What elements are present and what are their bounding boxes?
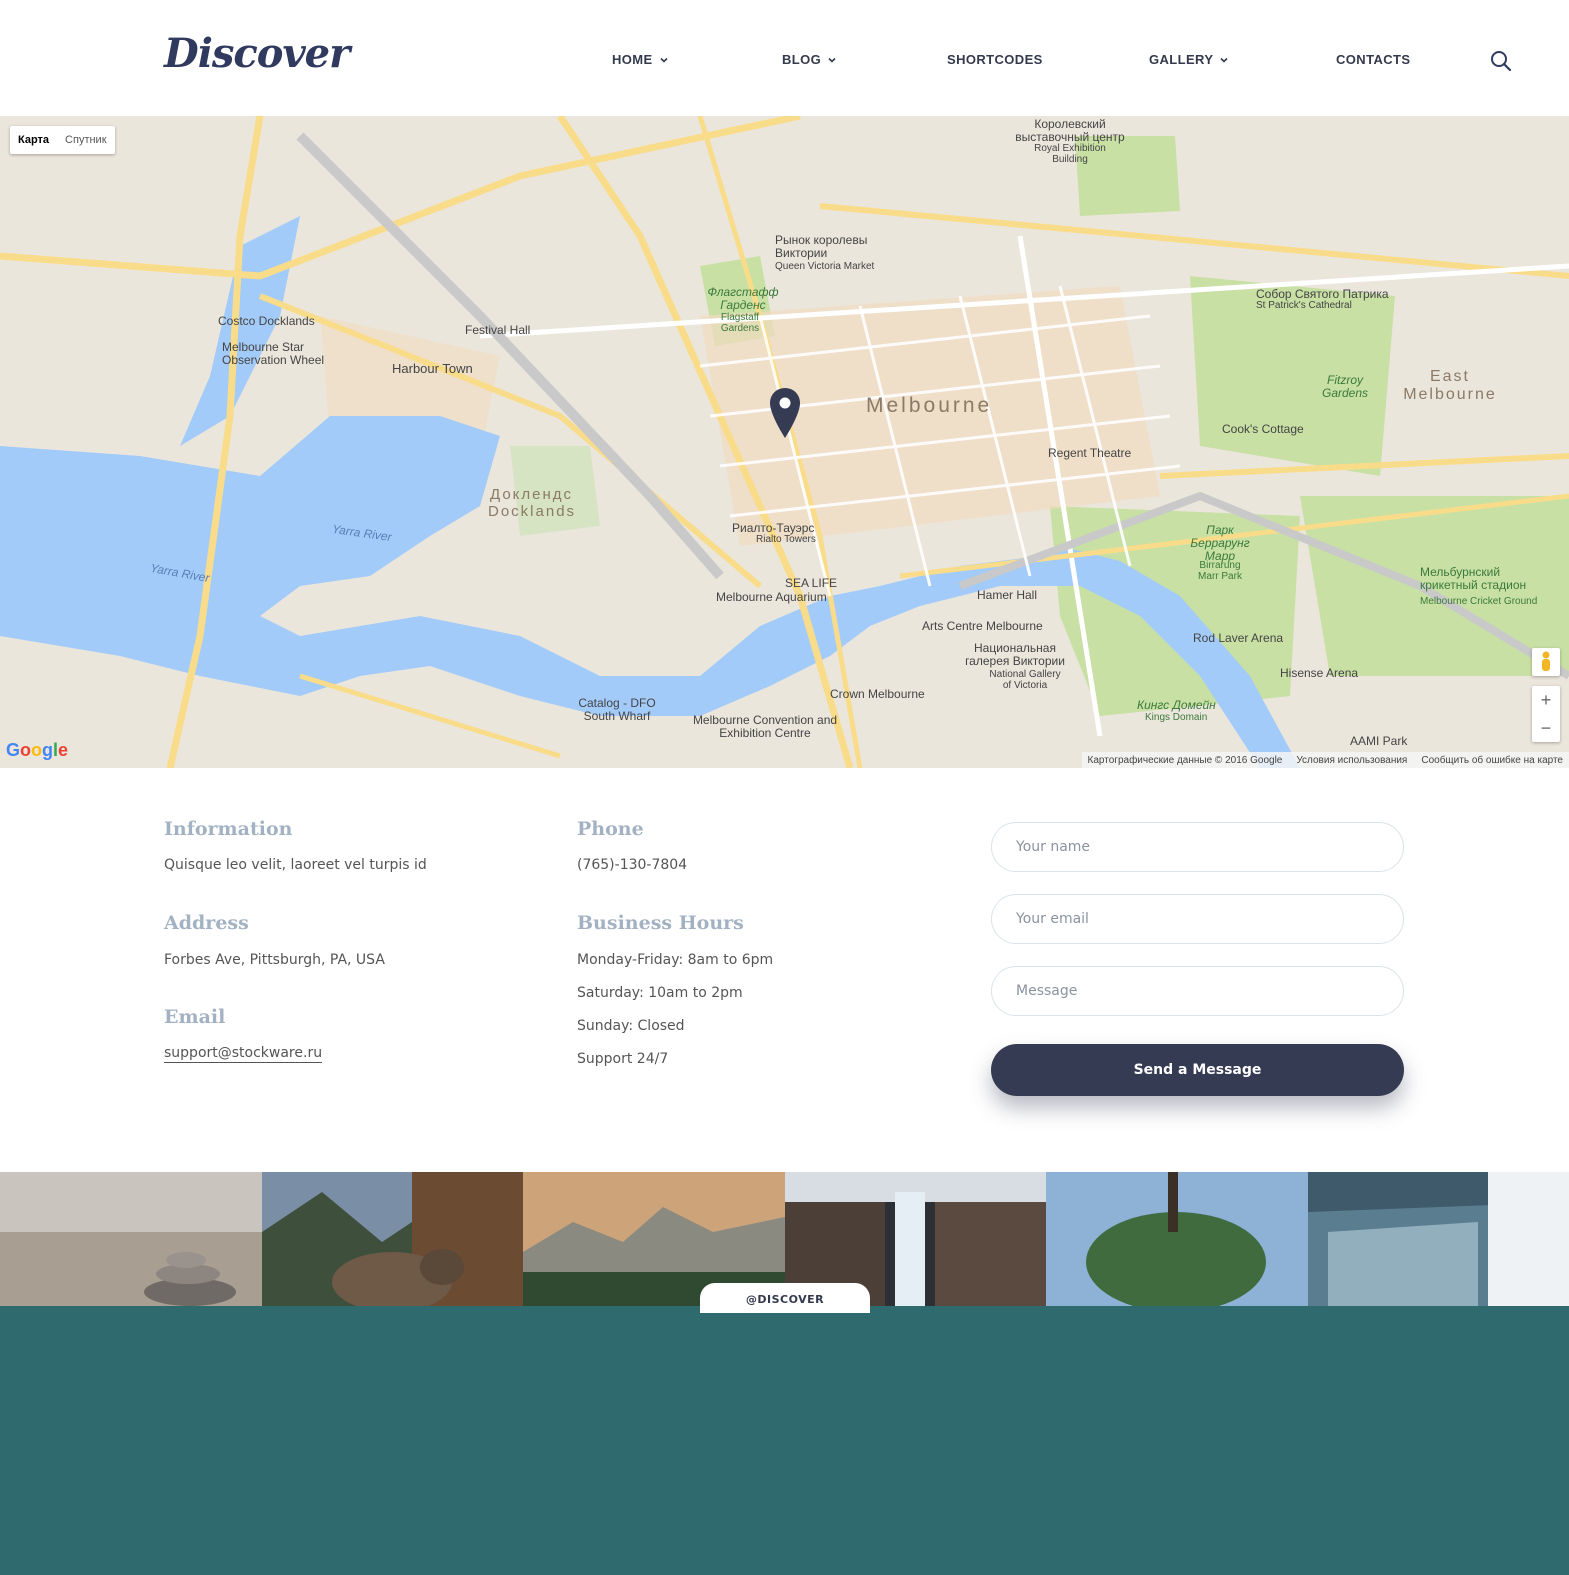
phone-text: (765)-130-7804 bbox=[577, 857, 688, 873]
map-label-flagstaff-ru: Флагстафф Гарденс bbox=[707, 285, 779, 312]
business-hours-title: Business Hours bbox=[577, 912, 744, 934]
map-label-rod-laver: Rod Laver Arena bbox=[1193, 631, 1284, 645]
hours-line: Sunday: Closed bbox=[577, 1018, 685, 1034]
map-label-costco: Costco Docklands bbox=[218, 314, 315, 328]
message-field[interactable] bbox=[991, 966, 1404, 1016]
site-header: Discover HOME BLOG SHORTCODES GALLERY CO… bbox=[0, 0, 1569, 116]
map-label-regent-theatre: Regent Theatre bbox=[1048, 446, 1132, 460]
map-label-mcg: Melbourne Cricket Ground bbox=[1420, 596, 1538, 607]
map-label-harbour-town: Harbour Town bbox=[392, 361, 473, 376]
map-label-birrarung-ru: Парк Беррарунг Марр bbox=[1190, 523, 1250, 563]
information-title: Information bbox=[164, 818, 293, 840]
name-field[interactable] bbox=[991, 822, 1404, 872]
location-map[interactable]: Карта Спутник Melbourne East Melbourne Д… bbox=[0, 116, 1569, 768]
map-label-aquarium: Melbourne Aquarium bbox=[716, 590, 827, 604]
map-terms-link[interactable]: Условия использования bbox=[1296, 755, 1407, 766]
gallery-tile-stones[interactable] bbox=[0, 1172, 262, 1311]
nav-item-label: CONTACTS bbox=[1336, 52, 1411, 67]
map-label-docklands: Docklands bbox=[488, 503, 577, 520]
map-label-aami: AAMI Park bbox=[1350, 734, 1408, 748]
map-label-birrarung: Birrarung Marr Park bbox=[1198, 560, 1242, 582]
map-label-queen-vic-ru: Рынок королевы Виктории bbox=[775, 233, 868, 260]
map-label-star-wheel: Melbourne Star Observation Wheel bbox=[222, 340, 325, 367]
email-link[interactable]: support@stockware.ru bbox=[164, 1045, 323, 1063]
map-label-sea-life: SEA LIFE bbox=[785, 576, 838, 590]
address-text: Forbes Ave, Pittsburgh, PA, USA bbox=[164, 952, 385, 968]
email-field[interactable] bbox=[991, 894, 1404, 944]
nav-item-label: GALLERY bbox=[1149, 52, 1214, 67]
nav-item-blog[interactable]: BLOG bbox=[782, 52, 837, 67]
map-label-mcg-ru: Мельбурнский крикетный стадион bbox=[1420, 565, 1527, 592]
address-title: Address bbox=[164, 912, 249, 934]
map-type-map-button[interactable]: Карта bbox=[10, 126, 57, 154]
contact-section: Information Quisque leo velit, laoreet v… bbox=[0, 768, 1569, 1168]
map-label-ngv-ru: Национальная галерея Виктории bbox=[965, 641, 1065, 668]
map-label-hisense: Hisense Arena bbox=[1280, 666, 1359, 680]
map-label-kings-domain: Kings Domain bbox=[1145, 712, 1208, 723]
map-label-catalog: Catalog - DFO South Wharf bbox=[578, 696, 656, 723]
map-label-kings-domain-ru: Кингс Домейн bbox=[1137, 698, 1216, 712]
map-type-satellite-button[interactable]: Спутник bbox=[57, 126, 114, 154]
nav-item-gallery[interactable]: GALLERY bbox=[1149, 52, 1229, 67]
map-label-festival-hall: Festival Hall bbox=[465, 323, 531, 337]
chevron-down-icon bbox=[660, 57, 668, 63]
email-title: Email bbox=[164, 1006, 226, 1028]
street-view-pegman-icon[interactable] bbox=[1532, 648, 1560, 676]
nav-item-label: BLOG bbox=[782, 52, 822, 67]
nav-item-contacts[interactable]: CONTACTS bbox=[1325, 52, 1421, 72]
map-label-hamer-hall: Hamer Hall bbox=[977, 588, 1038, 602]
search-icon[interactable] bbox=[1490, 50, 1512, 72]
hours-line: Saturday: 10am to 2pm bbox=[577, 985, 743, 1001]
map-label-st-patricks: St Patrick's Cathedral bbox=[1256, 300, 1352, 311]
nav-item-label: SHORTCODES bbox=[947, 52, 1043, 67]
map-label-docklands-ru: Доклендс bbox=[490, 486, 574, 503]
map-label-rialto-ru: Риалто-Тауэрс bbox=[732, 521, 815, 535]
hours-line: Support 24/7 bbox=[577, 1051, 669, 1067]
map-label-queen-vic: Queen Victoria Market bbox=[775, 261, 875, 272]
map-type-control: Карта Спутник bbox=[10, 126, 115, 154]
map-label-flagstaff: Flagstaff Gardens bbox=[720, 312, 760, 334]
map-label-arts-centre: Arts Centre Melbourne bbox=[922, 619, 1043, 633]
hours-line: Monday-Friday: 8am to 6pm bbox=[577, 952, 774, 968]
map-label-fitzroy: Fitzroy Gardens bbox=[1321, 373, 1369, 400]
information-text: Quisque leo velit, laoreet vel turpis id bbox=[164, 857, 427, 873]
map-attribution: Картографические данные © 2016 Google Ус… bbox=[1081, 752, 1569, 768]
zoom-in-button[interactable]: + bbox=[1532, 686, 1560, 714]
zoom-out-button[interactable]: − bbox=[1532, 714, 1560, 742]
map-label-cooks-cottage: Cook's Cottage bbox=[1222, 422, 1304, 436]
instagram-handle-badge[interactable]: @DISCOVER bbox=[700, 1283, 870, 1313]
zoom-control: + − bbox=[1532, 686, 1560, 742]
gallery-tile-deer[interactable] bbox=[261, 1172, 523, 1311]
gallery-tile-tree-reflection[interactable] bbox=[1046, 1172, 1308, 1311]
google-logo[interactable]: Google bbox=[6, 740, 68, 761]
map-label-royal-exhibition-ru: Королевский выставочный центр bbox=[1015, 117, 1125, 144]
map-label-melbourne: Melbourne bbox=[866, 394, 993, 417]
location-pin-icon[interactable] bbox=[768, 386, 802, 440]
map-label-st-patricks-ru: Собор Святого Патрика bbox=[1256, 287, 1389, 301]
main-nav: HOME BLOG SHORTCODES GALLERY CONTACTS bbox=[0, 52, 1569, 72]
map-label-royal-exhibition: Royal Exhibition Building bbox=[1034, 143, 1106, 165]
chevron-down-icon bbox=[1220, 57, 1229, 63]
site-footer bbox=[0, 1306, 1569, 1575]
nav-item-home[interactable]: HOME bbox=[612, 52, 669, 67]
phone-title: Phone bbox=[577, 818, 644, 840]
map-label-rialto: Rialto Towers bbox=[756, 534, 816, 545]
map-data-attribution[interactable]: Картографические данные © 2016 Google bbox=[1088, 755, 1283, 766]
gallery-tile-cascade[interactable] bbox=[1307, 1172, 1569, 1311]
chevron-down-icon bbox=[828, 57, 836, 63]
map-label-convention: Melbourne Convention and Exhibition Cent… bbox=[692, 713, 838, 740]
send-message-button[interactable]: Send a Message bbox=[991, 1044, 1404, 1096]
nav-item-shortcodes[interactable]: SHORTCODES bbox=[947, 52, 1043, 67]
nav-item-label: HOME bbox=[612, 52, 653, 67]
map-label-east-melbourne: East Melbourne bbox=[1403, 368, 1497, 403]
map-report-link[interactable]: Сообщить об ошибке на карте bbox=[1421, 755, 1563, 766]
map-label-ngv: National Gallery of Victoria bbox=[989, 669, 1061, 691]
map-label-crown: Crown Melbourne bbox=[830, 687, 925, 701]
